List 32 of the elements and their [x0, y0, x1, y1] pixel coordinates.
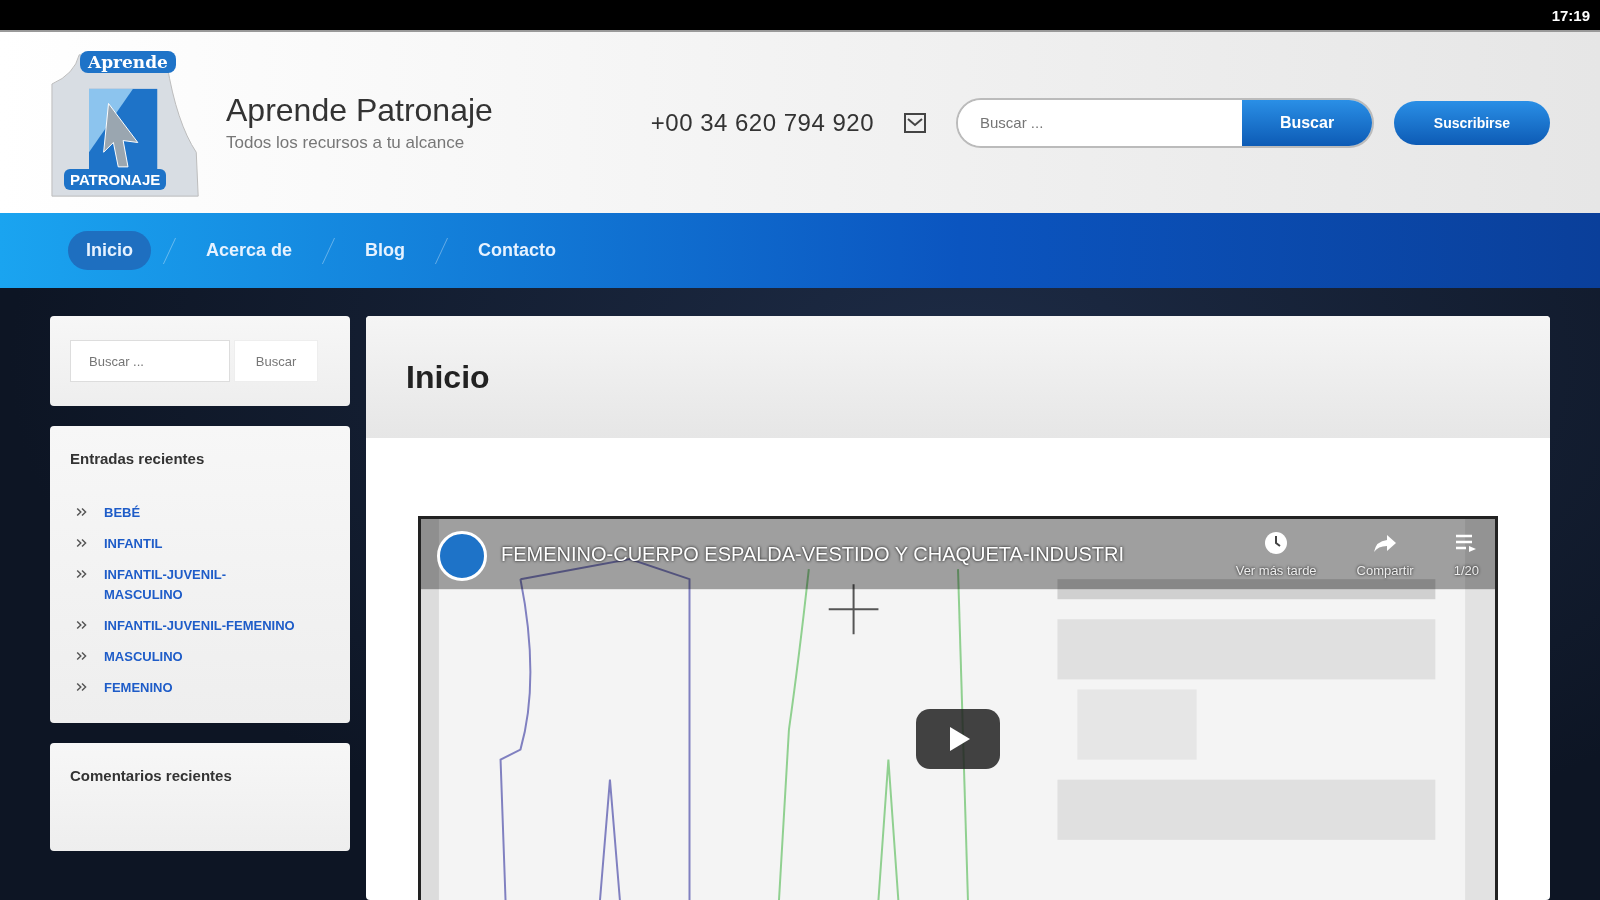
post-link[interactable]: BEBÉ — [104, 503, 141, 524]
chevron-icon — [76, 681, 88, 692]
chevron-icon — [76, 507, 88, 517]
widget-title: Comentarios recientes — [70, 766, 233, 784]
clock-icon[interactable] — [1264, 531, 1289, 555]
post-link[interactable]: INFANTIL-JUVENIL-FEMENINO — [104, 616, 295, 637]
video-player[interactable]: FEMENINO-CUERPO ESPALDA-VESTIDO Y CHAQUETA-INDUSTRI Ver más tarde Compartir 1/20 — [418, 516, 1498, 900]
post-link[interactable]: INFANTIL — [104, 533, 163, 555]
nav-tab[interactable]: Blog — [347, 231, 424, 270]
post-link[interactable]: FEMENINO — [104, 677, 173, 699]
video-title[interactable]: FEMENINO-CUERPO ESPALDA-VESTIDO Y CHAQUETA-INDUSTRI — [501, 543, 1125, 566]
chevron-icon — [76, 620, 88, 631]
post-link[interactable]: INFANTIL-JUVENIL-MASCULINO — [104, 564, 254, 607]
subscribe-button[interactable]: Suscribirse — [1394, 100, 1550, 145]
play-button-icon[interactable] — [916, 709, 1000, 769]
phone-number: +00 34 620 794 920 — [650, 108, 874, 137]
mail-icon[interactable] — [904, 112, 926, 133]
site-title[interactable]: Aprende Patronaje — [226, 92, 493, 129]
chevron-icon — [76, 651, 88, 661]
nav-tab[interactable]: Contacto — [460, 231, 575, 270]
search-field[interactable]: Buscar ... — [70, 340, 230, 382]
search-button[interactable]: Buscar — [234, 340, 318, 382]
nav-tab[interactable]: Inicio — [68, 231, 151, 270]
nav-tab[interactable]: Acerca de — [188, 231, 311, 270]
post-link[interactable]: MASCULINO — [104, 647, 183, 668]
clock-time: 17:19 — [1551, 6, 1590, 24]
video-action-label[interactable]: 1/20 — [1453, 563, 1479, 578]
site-tagline: Todos los recursos a tu alcance — [226, 133, 466, 153]
page-title: Inicio — [406, 358, 490, 396]
chevron-icon — [76, 537, 88, 548]
chevron-icon — [76, 568, 88, 579]
widget-title: Entradas recientes — [70, 450, 206, 467]
